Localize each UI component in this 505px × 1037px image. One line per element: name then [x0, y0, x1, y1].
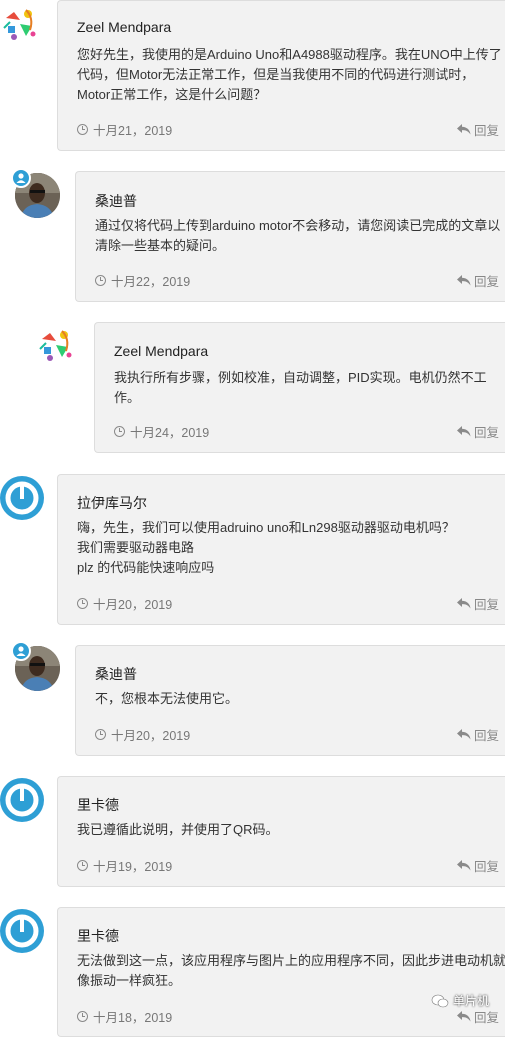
clock-icon: [77, 860, 88, 871]
reply-arrow-icon: [456, 426, 471, 437]
reply-arrow-icon: [456, 598, 471, 609]
comment-line: 您好先生，我使用的是Arduino Uno和A4988驱动程序。我在UNO中上传…: [77, 47, 502, 62]
disqus-default-avatar-icon[interactable]: [0, 778, 44, 822]
clock-icon: [114, 426, 125, 437]
reply-arrow-icon: [456, 860, 471, 871]
reply-label: 回复: [473, 275, 499, 289]
reply-arrow-icon: [456, 729, 471, 740]
comment-line: 不，您根本无法使用它。: [95, 691, 239, 706]
comment-card: 里卡德 无法做到这一点，该应用程序与图片上的应用程序不同，因此步进电动机就 像振…: [57, 907, 505, 1037]
reply-button[interactable]: 回复: [456, 725, 499, 744]
comment-timestamp[interactable]: 十月19，2019: [77, 856, 172, 875]
comment-author[interactable]: 里卡德: [77, 795, 119, 815]
reply-button[interactable]: 回复: [456, 856, 499, 875]
comment-card: 桑迪普 通过仅将代码上传到arduino motor不会移动，请您阅读已完成的文…: [75, 171, 505, 302]
comment-card: Zeel Mendpara 我执行所有步骤，例如校准，自动调整，PID实现。电机…: [94, 322, 505, 453]
doodle-avatar-icon[interactable]: [0, 4, 40, 44]
comment-card: 里卡德 我已遵循此说明，并使用了QR码。 十月19，2019 回复: [57, 776, 505, 887]
comment-card: Zeel Mendpara 您好先生，我使用的是Arduino Uno和A498…: [57, 0, 505, 151]
comment-card: 桑迪普 不，您根本无法使用它。 十月20，2019 回复: [75, 645, 505, 756]
clock-icon: [95, 275, 106, 286]
comment-body: 无法做到这一点，该应用程序与图片上的应用程序不同，因此步进电动机就 像振动一样疯…: [77, 951, 505, 991]
comment-line: plz 的代码能快速响应吗: [77, 560, 215, 575]
clock-icon: [77, 124, 88, 135]
wechat-icon: [431, 994, 449, 1007]
comment-body: 我执行所有步骤，例如校准，自动调整，PID实现。电机仍然不工 作。: [114, 368, 487, 408]
comment-author[interactable]: 桑迪普: [95, 664, 137, 684]
reply-label: 回复: [473, 598, 499, 612]
comment-body: 您好先生，我使用的是Arduino Uno和A4988驱动程序。我在UNO中上传…: [77, 45, 502, 105]
comment-body: 我已遵循此说明，并使用了QR码。: [77, 820, 279, 840]
comment-line: 代码，但Motor无法正常工作，但是当我使用不同的代码进行测试时，: [77, 67, 475, 82]
reply-button[interactable]: 回复: [456, 594, 499, 613]
comment-line: 通过仅将代码上传到arduino motor不会移动，请您阅读已完成的文章以: [95, 218, 501, 233]
comment-line: 清除一些基本的疑问。: [95, 238, 226, 253]
comment-timestamp[interactable]: 十月24，2019: [114, 422, 209, 441]
moderator-badge-icon: [11, 168, 31, 188]
comment-timestamp[interactable]: 十月18，2019: [77, 1007, 172, 1026]
comment-card: 拉伊库马尔 嗨，先生，我们可以使用adruino uno和Ln298驱动器驱动电…: [57, 474, 505, 625]
comment-date: 十月20，2019: [111, 729, 191, 743]
comment-line: 作。: [114, 390, 141, 405]
comment-line: 像振动一样疯狂。: [77, 973, 182, 988]
comment-body: 通过仅将代码上传到arduino motor不会移动，请您阅读已完成的文章以 清…: [95, 216, 500, 256]
comment-timestamp[interactable]: 十月21，2019: [77, 120, 172, 139]
reply-button[interactable]: 回复: [456, 271, 499, 290]
clock-icon: [77, 598, 88, 609]
doodle-avatar-icon[interactable]: [36, 325, 76, 365]
disqus-default-avatar-icon[interactable]: [0, 909, 44, 953]
reply-label: 回复: [473, 426, 499, 440]
reply-label: 回复: [473, 124, 499, 138]
comment-line: 我执行所有步骤，例如校准，自动调整，PID实现。电机仍然不工: [114, 370, 487, 385]
comment-timestamp[interactable]: 十月20，2019: [77, 594, 172, 613]
reply-button[interactable]: 回复: [456, 422, 499, 441]
disqus-default-avatar-icon[interactable]: [0, 476, 44, 520]
reply-label: 回复: [473, 860, 499, 874]
reply-label: 回复: [473, 1011, 499, 1025]
comment-line: 嗨，先生，我们可以使用adruino uno和Ln298驱动器驱动电机吗？: [77, 520, 455, 535]
comment-line: Motor正常工作，这是什么问题？: [77, 87, 267, 102]
reply-arrow-icon: [456, 124, 471, 135]
reply-arrow-icon: [456, 275, 471, 286]
watermark-text: 单片机: [452, 994, 489, 1008]
comment-body: 嗨，先生，我们可以使用adruino uno和Ln298驱动器驱动电机吗？ 我们…: [77, 518, 455, 578]
comment-date: 十月21，2019: [93, 124, 173, 138]
comment-body: 不，您根本无法使用它。: [95, 689, 238, 709]
comment-date: 十月24，2019: [130, 426, 210, 440]
comment-line: 我们需要驱动器电路: [77, 540, 195, 555]
reply-label: 回复: [473, 729, 499, 743]
comment-author[interactable]: 里卡德: [77, 926, 119, 946]
comment-date: 十月18，2019: [93, 1011, 173, 1025]
clock-icon: [77, 1011, 88, 1022]
moderator-badge-icon: [11, 641, 31, 661]
comment-timestamp[interactable]: 十月22，2019: [95, 271, 190, 290]
comment-author[interactable]: Zeel Mendpara: [114, 343, 208, 359]
reply-button[interactable]: 回复: [456, 120, 499, 139]
reply-button[interactable]: 回复: [456, 1007, 499, 1026]
reply-arrow-icon: [456, 1011, 471, 1022]
clock-icon: [95, 729, 106, 740]
comment-date: 十月20，2019: [93, 598, 173, 612]
comment-line: 我已遵循此说明，并使用了QR码。: [77, 822, 279, 837]
comment-author[interactable]: 桑迪普: [95, 191, 137, 211]
comment-line: 无法做到这一点，该应用程序与图片上的应用程序不同，因此步进电动机就: [77, 953, 505, 968]
comment-timestamp[interactable]: 十月20，2019: [95, 725, 190, 744]
comment-date: 十月19，2019: [93, 860, 173, 874]
wechat-watermark: 单片机: [431, 992, 489, 1009]
comment-date: 十月22，2019: [111, 275, 191, 289]
comment-author[interactable]: 拉伊库马尔: [77, 493, 147, 513]
comment-author[interactable]: Zeel Mendpara: [77, 19, 171, 35]
